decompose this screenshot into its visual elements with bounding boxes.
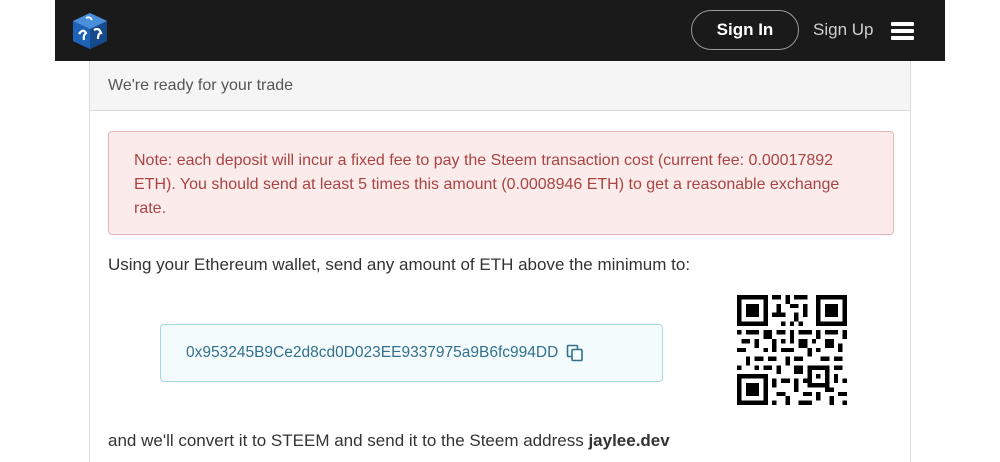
page: Sign In Sign Up We're ready for your tra…	[0, 0, 1000, 462]
sign-in-button[interactable]: Sign In	[691, 10, 799, 50]
copy-icon[interactable]	[566, 344, 584, 362]
conversion-text: and we'll convert it to STEEM and send i…	[108, 431, 589, 450]
panel-heading: We're ready for your trade	[90, 61, 910, 111]
steem-logo-icon[interactable]	[72, 12, 108, 50]
fee-alert-text: Note: each deposit will incur a fixed fe…	[134, 152, 840, 217]
top-navbar: Sign In Sign Up	[55, 0, 945, 61]
steem-address: jaylee.dev	[588, 431, 670, 450]
conversion-note: and we'll convert it to STEEM and send i…	[108, 431, 670, 451]
sign-up-link[interactable]: Sign Up	[813, 10, 873, 50]
deposit-address[interactable]: 0x953245B9Ce2d8cd0D023EE9337975a9B6fc994…	[186, 344, 558, 362]
fee-alert: Note: each deposit will incur a fixed fe…	[108, 131, 894, 235]
deposit-instruction: Using your Ethereum wallet, send any amo…	[108, 255, 691, 274]
deposit-address-box[interactable]: 0x953245B9Ce2d8cd0D023EE9337975a9B6fc994…	[160, 324, 663, 382]
trade-panel: We're ready for your trade Note: each de…	[89, 61, 911, 462]
hamburger-menu-icon[interactable]	[891, 22, 914, 40]
qr-code	[737, 295, 847, 405]
